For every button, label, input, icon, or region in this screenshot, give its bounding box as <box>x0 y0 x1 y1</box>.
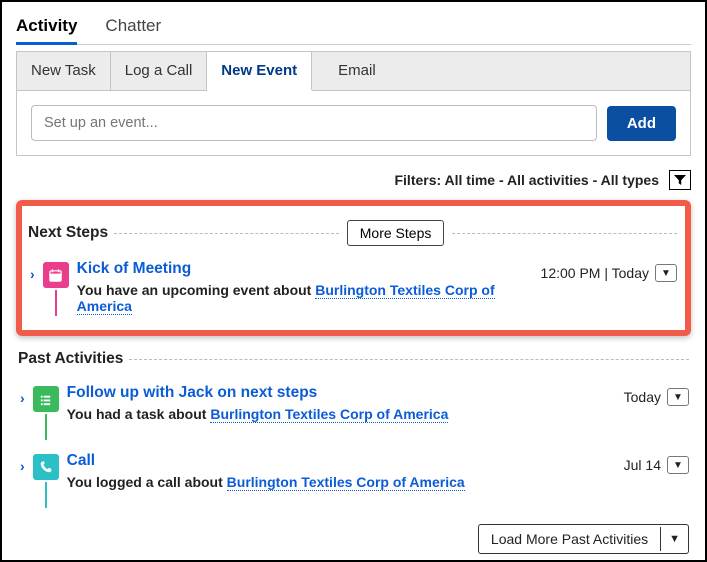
activity-subtext: You have an upcoming event about Burling… <box>77 282 533 314</box>
subtab-new-event[interactable]: New Event <box>207 52 312 91</box>
timeline-icon-wrap <box>33 454 59 508</box>
load-more-label: Load More Past Activities <box>479 525 660 553</box>
activity-subtext: You logged a call about Burlington Texti… <box>67 474 616 490</box>
activity-menu-icon[interactable]: ▼ <box>667 388 689 406</box>
expand-icon[interactable]: › <box>18 390 25 406</box>
task-icon <box>33 386 59 412</box>
chevron-down-icon: ▼ <box>660 527 688 551</box>
past-activity-item: › Follow up with Jack on next steps You … <box>18 382 689 442</box>
related-record-link[interactable]: Burlington Textiles Corp of America <box>210 406 448 423</box>
tab-chatter[interactable]: Chatter <box>105 12 161 44</box>
subtab-new-task[interactable]: New Task <box>17 52 111 90</box>
past-activities-header: Past Activities <box>18 350 689 368</box>
call-icon <box>33 454 59 480</box>
expand-icon[interactable]: › <box>18 458 25 474</box>
add-button[interactable]: Add <box>607 106 676 141</box>
more-steps-button[interactable]: More Steps <box>347 220 445 246</box>
next-steps-header: Next Steps More Steps <box>28 220 677 246</box>
past-activities-title: Past Activities <box>18 350 129 368</box>
activity-title-link[interactable]: Kick of Meeting <box>77 260 533 278</box>
activity-date: Today <box>624 389 661 405</box>
filters-label: Filters: All time - All activities - All… <box>394 172 659 188</box>
activity-subtext: You had a task about Burlington Textiles… <box>67 406 616 422</box>
timeline-icon-wrap <box>33 386 59 440</box>
primary-tabs: Activity Chatter <box>16 12 691 45</box>
event-icon <box>43 262 69 288</box>
activity-menu-icon[interactable]: ▼ <box>655 264 677 282</box>
load-more-button[interactable]: Load More Past Activities ▼ <box>478 524 689 554</box>
past-activity-item: › Call You logged a call about Burlingto… <box>18 450 689 510</box>
activity-title-link[interactable]: Follow up with Jack on next steps <box>67 384 616 402</box>
composer-subtabs: New Task Log a Call New Event Email <box>17 52 690 91</box>
tab-activity[interactable]: Activity <box>16 12 77 44</box>
filter-icon[interactable] <box>669 170 691 190</box>
next-steps-highlight: Next Steps More Steps › Kick of Meeting … <box>16 200 691 336</box>
subtab-log-call[interactable]: Log a Call <box>111 52 208 90</box>
activity-menu-icon[interactable]: ▼ <box>667 456 689 474</box>
timeline-icon-wrap <box>43 262 69 316</box>
next-step-item: › Kick of Meeting You have an upcoming e… <box>28 258 677 318</box>
activity-date: Jul 14 <box>624 457 661 473</box>
activity-title-link[interactable]: Call <box>67 452 616 470</box>
past-activities-section: Past Activities › Follow up with Jack on… <box>16 350 691 554</box>
composer-panel: New Task Log a Call New Event Email Add <box>16 51 691 156</box>
expand-icon[interactable]: › <box>28 266 35 282</box>
activity-time: 12:00 PM | Today <box>541 265 649 281</box>
filters-row: Filters: All time - All activities - All… <box>16 170 691 190</box>
subtab-email[interactable]: Email <box>312 52 402 90</box>
next-steps-title: Next Steps <box>28 224 114 242</box>
related-record-link[interactable]: Burlington Textiles Corp of America <box>227 474 465 491</box>
event-subject-input[interactable] <box>31 105 597 141</box>
